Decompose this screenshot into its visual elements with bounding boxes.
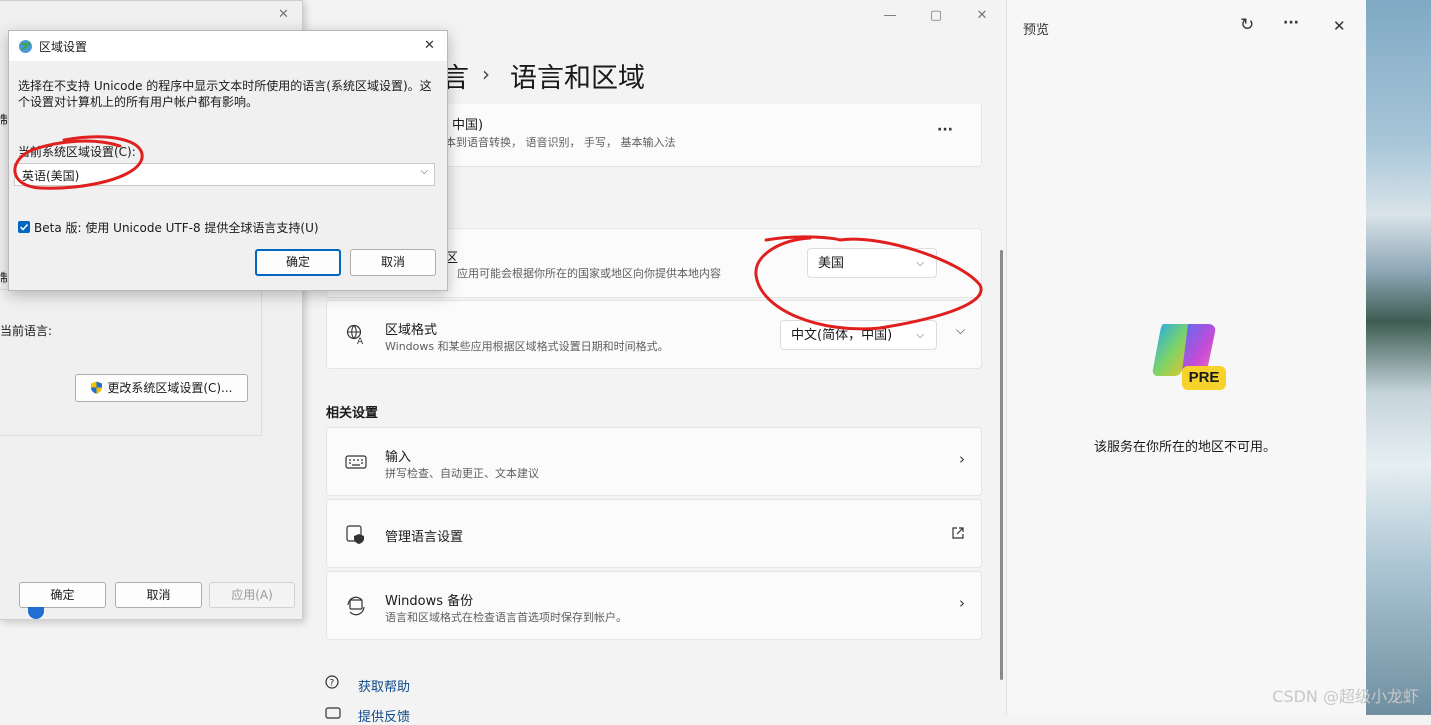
copilot-logo: PRE	[1152, 320, 1227, 392]
dialog-cancel-button[interactable]: 取消	[350, 249, 436, 276]
region-groupbox	[0, 289, 262, 436]
dialog-close-button[interactable]: ✕	[424, 38, 435, 53]
more-options-button[interactable]: ···	[937, 122, 953, 138]
unavailable-message: 该服务在你所在的地区不可用。	[1093, 440, 1276, 455]
chevron-right-icon: ›	[959, 450, 965, 468]
regional-format-subtitle: Windows 和某些应用根据区域格式设置日期和时间格式。	[385, 340, 669, 353]
region-window-close-button[interactable]: ✕	[278, 7, 289, 22]
country-dropdown-value: 美国	[818, 256, 845, 271]
dialog-ok-button[interactable]: 确定	[255, 249, 341, 276]
chevron-down-icon: ⌵	[420, 166, 428, 177]
language-card-subtitle: 本到语音转换， 语音识别， 手写， 基本输入法	[445, 136, 676, 149]
dialog-title: 区域设置	[39, 40, 88, 54]
copilot-panel: 预览 ↻ ··· ✕ PRE 该服务在你所在的地区不可用。	[1006, 0, 1367, 715]
svg-text:?: ?	[330, 679, 335, 689]
chevron-right-icon: ›	[959, 594, 965, 612]
help-icon: ?	[325, 675, 339, 689]
chevron-down-icon: ⌵	[916, 330, 924, 341]
svg-text:A: A	[357, 337, 364, 345]
close-button[interactable]: ✕	[970, 6, 994, 26]
language-format-icon: A	[346, 324, 364, 345]
refresh-button[interactable]: ↻	[1240, 15, 1254, 35]
uac-shield-icon	[91, 381, 103, 394]
keyboard-icon	[345, 455, 367, 469]
regional-format-value: 中文(简体，中国)	[791, 328, 893, 343]
copilot-title: 预览	[1023, 23, 1050, 38]
globe-icon	[19, 40, 32, 53]
change-system-locale-button[interactable]: 更改系统区域设置(C)...	[75, 374, 248, 402]
region-ok-button[interactable]: 确定	[19, 582, 106, 608]
current-language-label: 当前语言:	[0, 324, 53, 338]
input-title: 输入	[385, 450, 412, 465]
current-locale-label: 当前系统区域设置(C):	[18, 145, 136, 159]
scrollbar[interactable]	[1000, 250, 1003, 680]
feedback-icon	[325, 707, 341, 719]
dialog-titlebar[interactable]: 区域设置 ✕	[9, 31, 447, 61]
input-card[interactable]: 输入 拼写检查、自动更正、文本建议 ›	[326, 427, 982, 496]
dialog-description: 选择在不支持 Unicode 的程序中显示文本时所使用的语言(系统区域设置)。这…	[18, 79, 432, 109]
input-subtitle: 拼写检查、自动更正、文本建议	[385, 467, 539, 480]
copilot-close-button[interactable]: ✕	[1333, 17, 1346, 35]
change-system-locale-label: 更改系统区域设置(C)...	[107, 381, 233, 395]
manage-language-title: 管理语言设置	[385, 530, 464, 545]
backup-subtitle: 语言和区域格式在检查语言首选项时保存到帐户。	[385, 611, 627, 624]
checkmark-icon	[19, 223, 29, 231]
manage-language-card[interactable]: 管理语言设置	[326, 499, 982, 568]
backup-sync-icon	[347, 596, 365, 616]
windows-backup-card[interactable]: Windows 备份 语言和区域格式在检查语言首选项时保存到帐户。 ›	[326, 571, 982, 640]
system-locale-value: 英语(美国)	[22, 169, 80, 183]
beta-utf8-label: Beta 版: 使用 Unicode UTF-8 提供全球语言支持(U)	[34, 221, 319, 235]
regional-format-dropdown[interactable]: 中文(简体，中国) ⌵	[780, 320, 937, 350]
system-locale-select[interactable]: 英语(美国) ⌵	[14, 163, 435, 186]
feedback-link[interactable]: 提供反馈	[358, 706, 410, 725]
admin-shield-icon	[346, 525, 364, 544]
region-settings-dialog: 区域设置 ✕ 选择在不支持 Unicode 的程序中显示文本时所使用的语言(系统…	[8, 30, 448, 291]
get-help-link[interactable]: 获取帮助	[358, 676, 410, 695]
maximize-button[interactable]: ▢	[924, 6, 948, 26]
chevron-down-icon: ⌵	[916, 258, 924, 269]
region-apply-button[interactable]: 应用(A)	[209, 582, 295, 608]
regional-format-title: 区域格式	[385, 323, 438, 338]
desktop-wallpaper	[1366, 0, 1431, 715]
page-title: 语言和区域	[510, 63, 645, 94]
watermark: CSDN @超级小龙虾	[1272, 687, 1419, 706]
country-dropdown[interactable]: 美国 ⌵	[807, 248, 937, 278]
backup-title: Windows 备份	[385, 594, 474, 609]
status-dot-icon	[28, 607, 44, 619]
more-button[interactable]: ···	[1283, 15, 1299, 31]
country-card-subtitle: 应用可能会根据你所在的国家或地区向你提供本地内容	[457, 267, 721, 280]
region-cancel-button[interactable]: 取消	[115, 582, 202, 608]
breadcrumb-chevron-icon: ›	[482, 62, 490, 86]
beta-utf8-checkbox[interactable]	[18, 221, 30, 233]
minimize-button[interactable]: —	[878, 6, 902, 26]
expand-chevron-icon[interactable]: ⌵	[956, 323, 965, 338]
related-settings-heading: 相关设置	[326, 406, 379, 421]
external-link-icon	[952, 527, 964, 539]
pre-badge: PRE	[1182, 366, 1226, 390]
regional-format-card[interactable]: A 区域格式 Windows 和某些应用根据区域格式设置日期和时间格式。 中文(…	[326, 300, 982, 369]
